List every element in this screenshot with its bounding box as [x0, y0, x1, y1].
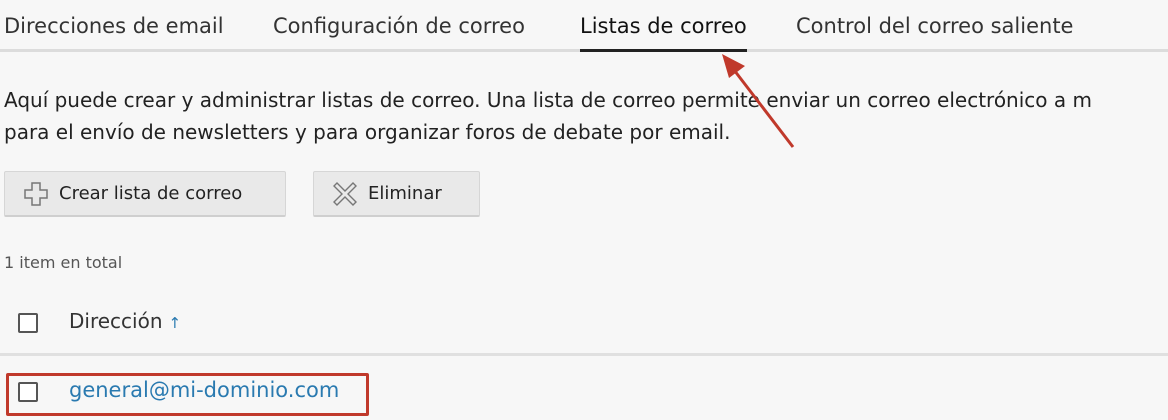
delete-button[interactable]: Eliminar [313, 171, 480, 217]
tab-mail-settings[interactable]: Configuración de correo [273, 8, 525, 44]
annotation-highlight-box [6, 373, 369, 416]
x-icon [332, 181, 358, 207]
table-header: Dirección ↑ [0, 300, 1168, 356]
plus-icon [23, 181, 49, 207]
select-all-checkbox[interactable] [18, 313, 38, 333]
page-description: Aquí puede crear y administrar listas de… [4, 84, 1168, 148]
tab-bar: Direcciones de email Configuración de co… [0, 0, 1168, 52]
total-count: 1 item en total [4, 253, 123, 272]
delete-label: Eliminar [368, 183, 442, 204]
tab-email-addresses[interactable]: Direcciones de email [4, 8, 224, 44]
description-line-1: Aquí puede crear y administrar listas de… [4, 88, 1092, 112]
column-header-address[interactable]: Dirección ↑ [69, 309, 181, 333]
tab-mailing-lists[interactable]: Listas de correo [580, 8, 747, 52]
description-line-2: para el envío de newsletters y para orga… [4, 120, 731, 144]
sort-ascending-icon: ↑ [168, 314, 182, 332]
tab-outgoing-mail-control[interactable]: Control del correo saliente [796, 8, 1073, 44]
column-header-label: Dirección [69, 309, 163, 333]
create-mailing-list-label: Crear lista de correo [59, 183, 243, 204]
create-mailing-list-button[interactable]: Crear lista de correo [4, 171, 286, 217]
